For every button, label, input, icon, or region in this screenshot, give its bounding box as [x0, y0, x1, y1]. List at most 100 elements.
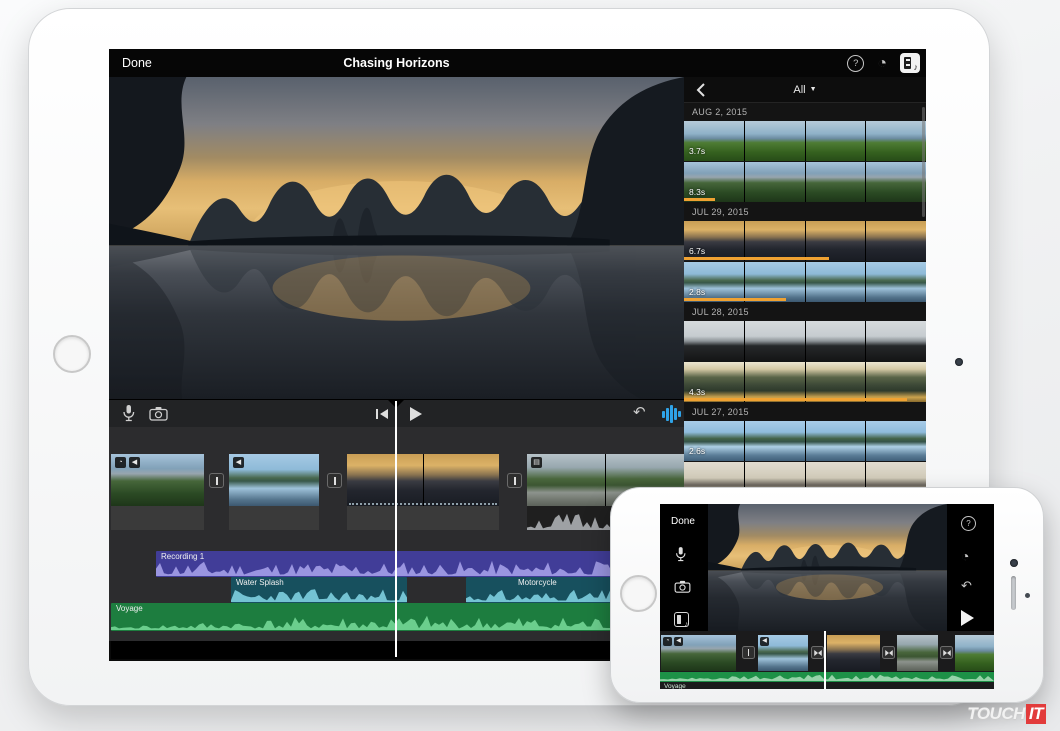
speed-icon: ◔: [663, 637, 672, 646]
transition-dissolve-button[interactable]: [882, 646, 895, 659]
timeline[interactable]: ◔ ◀ ◀ Voyage: [660, 631, 994, 689]
audio-track-voyage[interactable]: [660, 672, 994, 682]
microphone-icon[interactable]: [674, 546, 687, 568]
top-bar: Done Chasing Horizons ? ◔ ♪: [109, 49, 926, 77]
used-indicator: [684, 257, 829, 260]
chevron-down-icon: ▼: [810, 86, 817, 93]
library-scrollbar[interactable]: [922, 107, 925, 217]
skip-to-start-icon[interactable]: [374, 407, 390, 426]
used-indicator: [684, 298, 786, 301]
microphone-icon[interactable]: [121, 404, 136, 428]
library-clip[interactable]: 2.8s: [684, 262, 926, 302]
photo-icon: ▤: [531, 457, 542, 468]
audio-detached-indicator: [349, 503, 497, 505]
library-clip[interactable]: 4.3s: [684, 362, 926, 402]
date-header: JUL 28, 2015: [684, 303, 926, 321]
timeline-clip-sunset-lake[interactable]: [347, 454, 499, 506]
done-button[interactable]: Done: [671, 516, 695, 527]
filter-label: All: [793, 84, 805, 96]
filter-dropdown[interactable]: All ▼: [793, 84, 816, 96]
clip-audio-strip: [347, 506, 499, 530]
date-header: AUG 2, 2015: [684, 103, 926, 121]
timeline-clip-mountain-road[interactable]: [897, 635, 938, 671]
track-name: Motorcycle: [518, 578, 557, 587]
iphone-sensor: [1025, 593, 1030, 598]
timeline-clip-green-hills[interactable]: [955, 635, 994, 671]
track-name: Voyage: [116, 604, 143, 613]
clip-audio-strip: [229, 506, 319, 530]
iphone-camera: [1010, 559, 1018, 567]
audio-levels-icon[interactable]: [662, 404, 681, 424]
right-bar: ? ◔ ↶: [947, 504, 994, 631]
audio-track-voyage[interactable]: Voyage: [111, 603, 684, 631]
ipad-camera: [955, 358, 963, 366]
timeline-clip-sunset-lake[interactable]: [827, 635, 880, 671]
muted-speaker-icon: ◀: [129, 457, 140, 468]
filmstrip-glyph: [677, 615, 681, 624]
video-preview[interactable]: [109, 77, 684, 399]
sunset-lake-frame: [708, 504, 947, 631]
library-clip[interactable]: [684, 321, 926, 361]
transition-none-button[interactable]: [327, 473, 342, 488]
camera-icon[interactable]: [149, 406, 168, 426]
iphone-home-button: [620, 575, 657, 612]
playhead[interactable]: [395, 401, 397, 657]
timeline-clip-green-valley[interactable]: ◔ ◀: [661, 635, 736, 671]
settings-icon[interactable]: ◔: [877, 55, 887, 72]
imovie-iphone-screen: Done ♪ ? ◔ ↶: [660, 504, 994, 689]
transition-dissolve-button[interactable]: [811, 646, 824, 659]
audio-track-water-splash[interactable]: Water Splash: [231, 577, 407, 603]
help-icon[interactable]: ?: [847, 55, 864, 72]
date-header: JUL 29, 2015: [684, 203, 926, 221]
media-library-icon[interactable]: ♪: [900, 53, 920, 73]
project-title: Chasing Horizons: [109, 56, 684, 70]
date-header: JUL 27, 2015: [684, 403, 926, 421]
clip-duration: 6.7s: [689, 246, 705, 256]
clip-duration: 2.6s: [689, 446, 705, 456]
clip-duration: 4.3s: [689, 387, 705, 397]
filmstrip-glyph: [904, 57, 911, 69]
camera-icon[interactable]: [674, 580, 691, 598]
media-library-icon[interactable]: ♪: [674, 612, 689, 627]
play-icon[interactable]: [410, 407, 422, 421]
transition-dissolve-button[interactable]: [940, 646, 953, 659]
transition-none-button[interactable]: [209, 473, 224, 488]
library-clip[interactable]: 2.6s: [684, 421, 926, 461]
library-clip[interactable]: 3.7s: [684, 121, 926, 161]
clip-duration: 8.3s: [689, 187, 705, 197]
transition-none-button[interactable]: [742, 646, 755, 659]
watermark-text: TOUCH: [967, 704, 1025, 724]
track-name: Water Splash: [236, 578, 284, 587]
library-header: All ▼: [684, 77, 926, 103]
library-clip[interactable]: 6.7s: [684, 221, 926, 261]
sunset-lake-frame: [109, 77, 684, 399]
settings-icon[interactable]: ◔: [961, 548, 969, 565]
clip-duration: 3.7s: [689, 146, 705, 156]
music-note-glyph: ♪: [914, 62, 919, 72]
ipad-home-button: [53, 335, 91, 373]
iphone-speaker: [1011, 576, 1016, 610]
muted-speaker-icon: ◀: [674, 637, 683, 646]
timeline-clip-lake-pyramid[interactable]: ◀: [758, 635, 808, 671]
video-preview[interactable]: [708, 504, 947, 631]
undo-icon[interactable]: ↶: [633, 403, 646, 423]
left-bar: Done ♪: [660, 504, 708, 631]
touchit-watermark: TOUCH IT: [967, 704, 1046, 724]
used-indicator: [684, 398, 907, 401]
muted-speaker-icon: ◀: [760, 637, 769, 646]
audio-track-recording[interactable]: Recording 1: [156, 551, 684, 577]
back-chevron-icon[interactable]: [694, 82, 710, 98]
transition-none-button[interactable]: [507, 473, 522, 488]
watermark-badge: IT: [1026, 704, 1046, 724]
library-clip[interactable]: 8.3s: [684, 162, 926, 202]
iphone-device: Done ♪ ? ◔ ↶: [610, 487, 1044, 703]
done-button[interactable]: Done: [122, 56, 152, 70]
help-icon[interactable]: ?: [961, 516, 976, 531]
desk-background: Done Chasing Horizons ? ◔ ♪: [0, 0, 1060, 731]
timeline-clip-green-valley[interactable]: ◔ ◀: [111, 454, 204, 506]
clip-audio-strip: [111, 506, 204, 530]
play-icon[interactable]: [961, 610, 974, 626]
undo-icon[interactable]: ↶: [961, 576, 972, 596]
timeline-clip-lake-pyramid[interactable]: ◀: [229, 454, 319, 506]
playhead[interactable]: [824, 631, 826, 689]
